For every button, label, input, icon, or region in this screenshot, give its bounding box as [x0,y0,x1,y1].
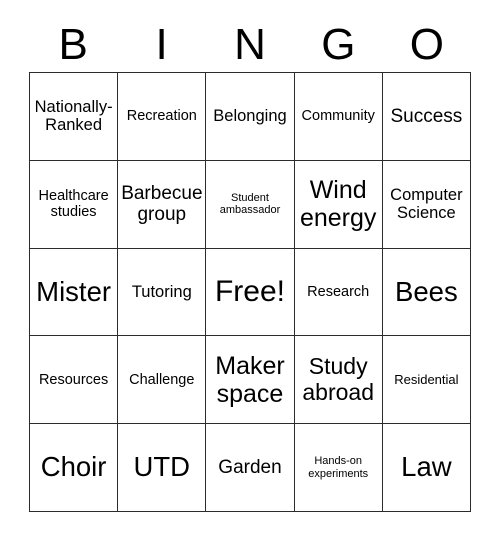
bingo-header-letter-i: I [117,18,205,72]
bingo-cell-label: Recreation [126,108,197,125]
bingo-cell[interactable]: Computer Science [382,160,471,249]
header-letter-text: I [155,20,168,69]
bingo-cell-label: Law [401,451,452,483]
bingo-cell[interactable]: Tutoring [118,248,207,337]
bingo-cell-label: UTD [133,451,191,483]
bingo-cell[interactable]: Residential [382,336,471,425]
bingo-cell[interactable]: Mister [30,248,119,337]
bingo-cell-label: Garden [218,456,282,478]
bingo-cell[interactable]: UTD [118,424,207,512]
bingo-cell[interactable]: Success [382,73,471,161]
bingo-cell-label: Tutoring [131,282,192,301]
bingo-cell[interactable]: Belonging [206,73,295,161]
bingo-cell-label: Resources [38,371,109,388]
bingo-cell[interactable]: Research [294,248,383,337]
header-letter-text: B [58,20,88,69]
bingo-cell-label: Student ambassador [219,191,281,217]
bingo-cell-label: Success [390,105,463,127]
bingo-cell[interactable]: Study abroad [294,336,383,425]
bingo-cell-label: Study abroad [302,353,374,405]
bingo-header-letter-n: N [206,18,294,72]
bingo-cell-label: Barbecue group [121,182,203,226]
bingo-cell[interactable]: Community [294,73,383,161]
bingo-cell[interactable]: Hands-on experiments [294,424,383,512]
bingo-cell-label: Free! [214,275,285,309]
bingo-cell[interactable]: Maker space [206,336,295,425]
bingo-grid: Nationally- Ranked Recreation Belonging … [29,72,471,512]
bingo-cell-label: Maker space [215,351,285,408]
bingo-cell-label: Healthcare studies [38,187,109,221]
bingo-cell-label: Nationally- Ranked [34,97,113,135]
bingo-cell-label: Hands-on experiments [308,455,369,480]
bingo-cell-free[interactable]: Free! [206,248,295,337]
bingo-cell[interactable]: Challenge [118,336,207,425]
bingo-card: B I N G O Nationally- Ranked Recreation … [0,0,500,544]
bingo-cell[interactable]: Choir [30,424,119,512]
bingo-cell[interactable]: Bees [382,248,471,337]
bingo-cell[interactable]: Wind energy [294,160,383,249]
header-letter-text: G [321,20,356,69]
bingo-cell-label: Residential [394,371,459,387]
bingo-cell[interactable]: Resources [30,336,119,425]
bingo-cell[interactable]: Nationally- Ranked [30,73,119,161]
bingo-header-letter-g: G [294,18,382,72]
bingo-cell[interactable]: Barbecue group [118,160,207,249]
header-letter-text: O [409,20,444,69]
bingo-cell-label: Belonging [213,107,287,126]
bingo-cell-label: Mister [36,275,112,307]
bingo-cell[interactable]: Garden [206,424,295,512]
bingo-cell[interactable]: Healthcare studies [30,160,119,249]
header-letter-text: N [234,20,266,69]
bingo-cell-label: Choir [40,451,107,483]
bingo-header-letter-o: O [383,18,471,72]
bingo-cell-label: Wind energy [299,176,377,233]
bingo-cell-label: Bees [395,275,458,307]
bingo-cell-label: Challenge [129,371,195,388]
bingo-header-letter-b: B [29,18,117,72]
bingo-cell-label: Community [301,108,375,125]
bingo-cell[interactable]: Law [382,424,471,512]
bingo-cell-label: Computer Science [390,185,463,223]
bingo-cell[interactable]: Student ambassador [206,160,295,249]
bingo-cell-label: Research [307,283,370,300]
bingo-cell[interactable]: Recreation [118,73,207,161]
bingo-header-row: B I N G O [29,18,471,72]
